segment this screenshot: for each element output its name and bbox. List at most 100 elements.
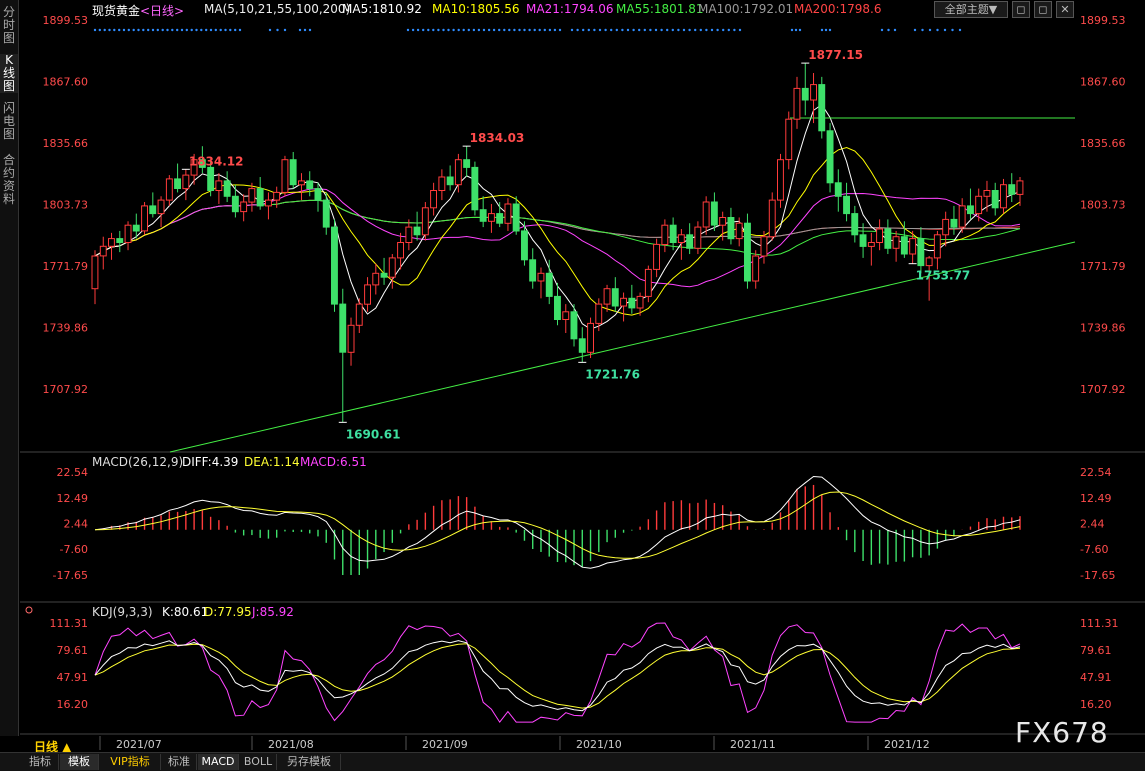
candle-up: [867, 242, 875, 247]
candle-up: [215, 180, 223, 191]
candle-up: [165, 178, 173, 201]
candle-down: [314, 188, 322, 201]
candle-down: [818, 84, 826, 132]
kdj-settings-icon: [25, 606, 33, 614]
signal-dot: [113, 28, 116, 32]
close-icon[interactable]: ✕: [1056, 1, 1074, 18]
macd-axis-label-right: -17.65: [1080, 569, 1115, 582]
candle-up: [124, 224, 132, 243]
candle-down: [578, 338, 586, 353]
signal-dot: [936, 28, 939, 32]
signal-dot: [268, 28, 272, 32]
candle-up: [644, 268, 652, 297]
left-view-tabs: 分时图 K线图 闪电图 合约资料: [0, 0, 19, 736]
candle-down: [611, 288, 619, 307]
candle-down: [322, 199, 330, 228]
signal-dot: [958, 28, 962, 32]
candle-up: [719, 217, 727, 226]
signal-dot: [570, 28, 574, 32]
restore-icon[interactable]: ◻: [1012, 1, 1030, 18]
candle-up: [694, 226, 702, 249]
candle-down: [917, 238, 925, 267]
candle-up: [752, 255, 760, 282]
candle-up: [388, 257, 396, 278]
kdj-axis-label-left: 16.20: [57, 698, 89, 711]
macd-axis-label-right: 12.49: [1080, 492, 1112, 505]
tab-time-sharing[interactable]: 分时图: [0, 6, 18, 45]
x-axis-label: 2021/12: [884, 738, 930, 751]
price-axis-label-left: 1835.66: [43, 137, 89, 150]
kdj-d-line: [94, 643, 1021, 709]
candle-up: [785, 118, 793, 161]
candle-up: [603, 288, 611, 305]
ma55-value: MA55:1801.81: [616, 2, 704, 16]
candle-up: [454, 159, 462, 186]
candle-up: [793, 87, 801, 120]
bottom-toolbar: 指标 模板 VIP指标 标准 MACD BOLL 另存模板: [0, 752, 1145, 771]
macd-title: MACD(26,12,9): [92, 455, 183, 469]
candle-up: [537, 272, 545, 282]
signal-dot: [171, 28, 174, 32]
tab-vip-indicators[interactable]: VIP指标: [100, 754, 161, 770]
price-axis-label-left: 1803.73: [43, 198, 89, 211]
signal-dot: [548, 28, 552, 32]
tab-lightning[interactable]: 闪电图: [0, 102, 18, 141]
signal-dot: [928, 28, 932, 32]
all-themes-dropdown[interactable]: 全部主题▼: [934, 1, 1008, 18]
ma100-value: MA100:1792.01: [698, 2, 794, 16]
signal-dot: [180, 28, 184, 32]
signal-dot: [951, 28, 954, 32]
signal-dot: [553, 28, 557, 32]
candle-up: [372, 272, 380, 286]
signal-dot: [127, 28, 130, 32]
signal-dot: [538, 28, 541, 32]
candle-down: [851, 213, 859, 236]
candle-down: [727, 217, 735, 240]
signal-dot: [828, 28, 832, 32]
maximize-icon[interactable]: ◻: [1034, 1, 1052, 18]
signal-dot: [283, 28, 287, 32]
candle-down: [132, 224, 140, 232]
tab-kline[interactable]: K线图: [0, 54, 18, 93]
kdj-d: D:77.95: [204, 605, 252, 619]
signal-dot: [166, 28, 169, 32]
kdj-j: J:85.92: [251, 605, 294, 619]
tab-templates[interactable]: 模板: [60, 754, 99, 770]
symbol-name: 现货黄金: [92, 4, 141, 18]
signal-dot: [660, 28, 663, 32]
chart-canvas[interactable]: 1899.53 1899.531867.60 1867.601835.66 1835.…: [0, 0, 1145, 752]
signal-dot: [615, 28, 618, 32]
signal-dot: [219, 28, 222, 32]
candle-down: [521, 230, 528, 261]
candle-down: [512, 203, 520, 232]
kdj-axis-label-right: 79.61: [1080, 644, 1112, 657]
price-axis-label-right: 1803.73: [1080, 198, 1126, 211]
candle-down: [950, 218, 958, 228]
ma5-value: MA5:1810.92: [342, 2, 422, 16]
candle-up: [108, 238, 115, 247]
signal-dot: [200, 28, 203, 32]
signal-dot: [893, 28, 897, 32]
signal-dot: [234, 28, 237, 32]
watermark-logo: FX678: [1015, 716, 1109, 749]
tab-standard[interactable]: 标准: [162, 754, 197, 770]
signal-dot: [913, 28, 917, 32]
signal-dot: [880, 28, 884, 32]
signal-dot: [161, 28, 164, 32]
signal-dot: [593, 28, 596, 32]
signal-dot: [442, 28, 445, 32]
tab-boll[interactable]: BOLL: [240, 754, 277, 770]
candle-down: [843, 195, 850, 215]
candle-up: [240, 201, 248, 213]
annotation-low-sep: 1721.76: [585, 367, 640, 381]
x-axis-label: 2021/10: [576, 738, 622, 751]
tab-save-template[interactable]: 另存模板: [278, 754, 341, 770]
signal-dot: [103, 28, 106, 32]
tab-indicators[interactable]: 指标: [22, 754, 59, 770]
candle-down: [331, 226, 338, 305]
signal-dot: [682, 28, 686, 32]
signal-dot: [621, 28, 624, 32]
tab-macd[interactable]: MACD: [198, 754, 239, 770]
tab-contract-info[interactable]: 合约资料: [0, 154, 18, 206]
signal-dot: [195, 28, 198, 32]
